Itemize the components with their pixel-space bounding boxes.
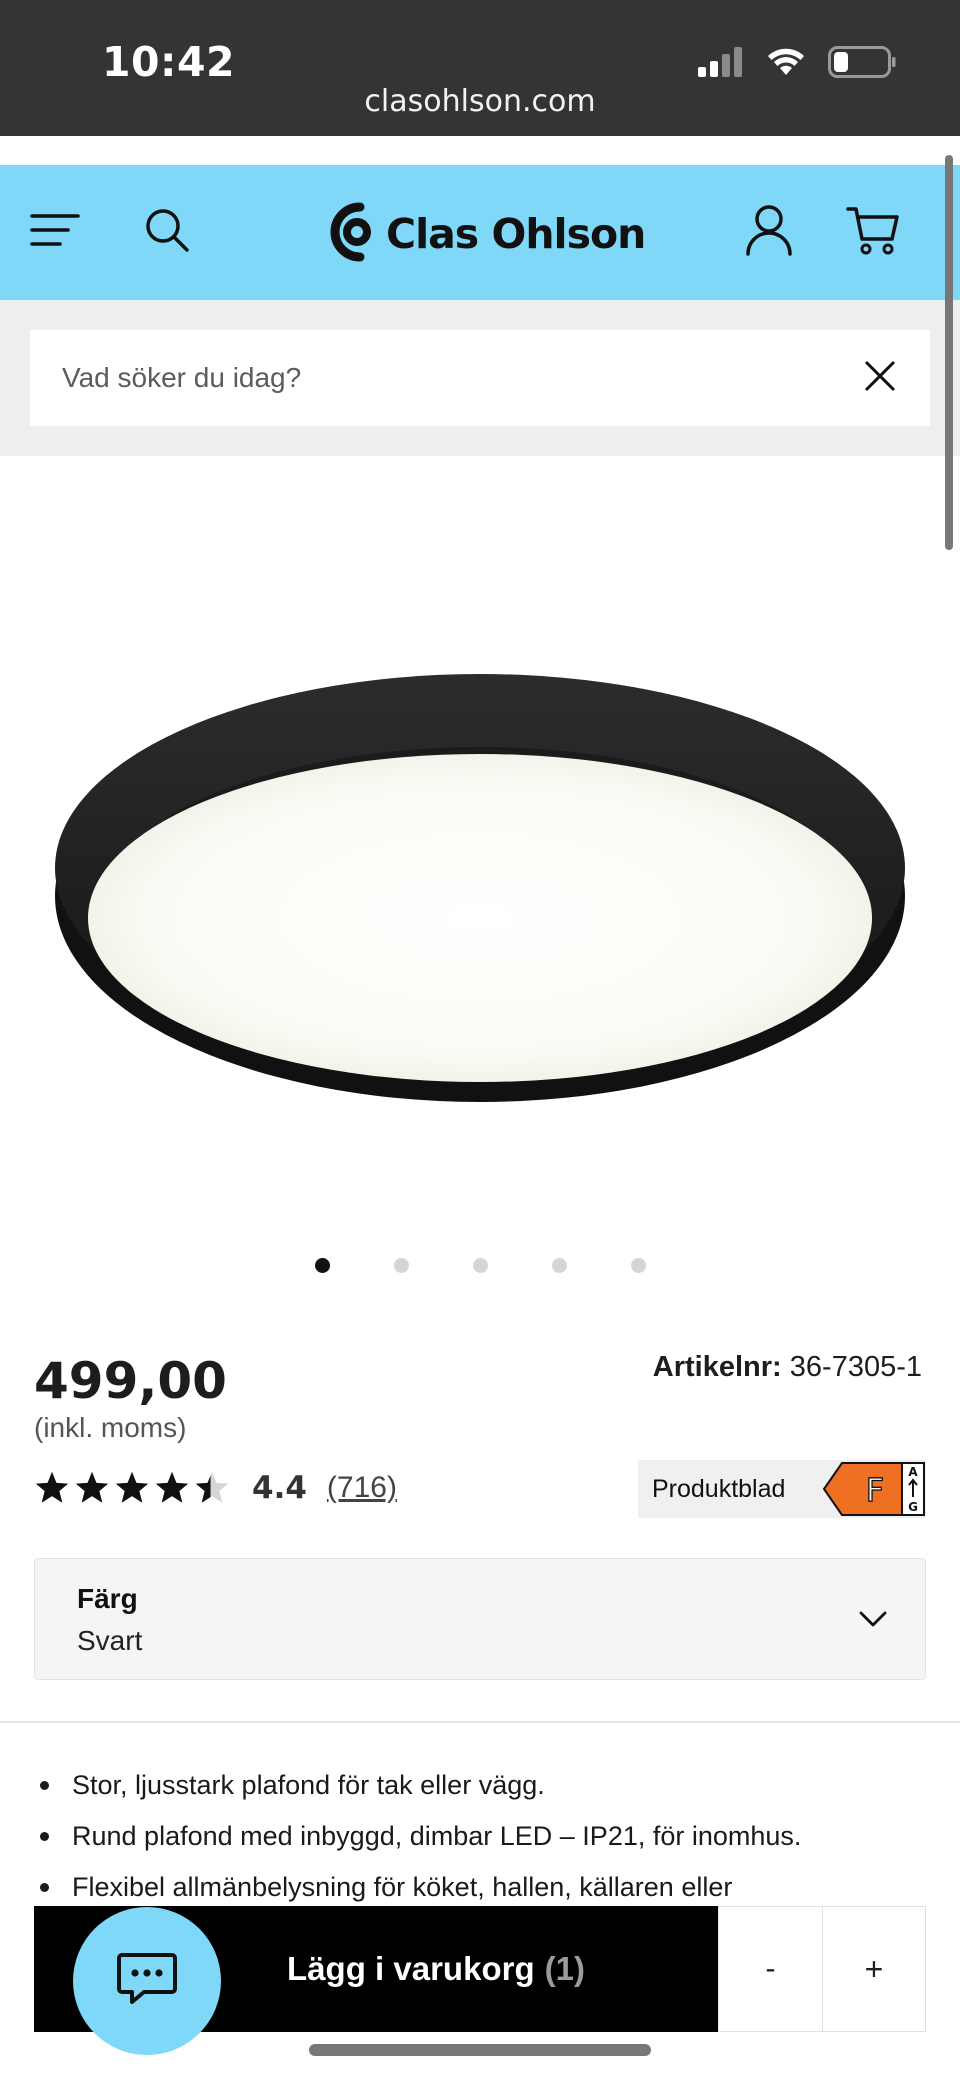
star-icon bbox=[155, 1471, 189, 1503]
product-sheet-button[interactable]: Produktblad F A G bbox=[638, 1460, 926, 1518]
product-price: 499,00 bbox=[34, 1352, 227, 1410]
feature-item: Stor, ljusstark plafond för tak eller vä… bbox=[34, 1760, 934, 1811]
cart-button[interactable] bbox=[838, 197, 908, 267]
star-icon bbox=[35, 1471, 69, 1503]
energy-label[interactable]: F A G bbox=[822, 1462, 926, 1516]
home-indicator[interactable] bbox=[309, 2044, 651, 2056]
product-features: Stor, ljusstark plafond för tak eller vä… bbox=[34, 1760, 934, 1913]
article-number: Artikelnr: 36-7305-1 bbox=[653, 1351, 922, 1384]
site-header: Clas Ohlson bbox=[0, 165, 960, 300]
search-area bbox=[0, 300, 960, 456]
energy-class-icon: F A G bbox=[822, 1462, 925, 1516]
menu-button[interactable] bbox=[20, 197, 90, 267]
gallery-dot[interactable] bbox=[472, 1258, 488, 1273]
chat-icon bbox=[116, 1951, 178, 2012]
product-rating[interactable]: 4.4 (716) bbox=[34, 1470, 397, 1506]
status-bar: 10:42 clasohlson.com bbox=[0, 0, 960, 136]
search-icon bbox=[144, 207, 190, 258]
search-box bbox=[30, 330, 930, 426]
brand-name: Clas Ohlson bbox=[386, 210, 646, 258]
star-icon bbox=[75, 1471, 109, 1503]
close-icon bbox=[863, 359, 897, 398]
rating-stars bbox=[34, 1471, 230, 1505]
energy-scale-bottom: G bbox=[908, 1500, 918, 1514]
review-count-link[interactable]: (716) bbox=[327, 1471, 397, 1505]
article-number-label: Artikelnr: bbox=[652, 1351, 782, 1383]
product-image[interactable] bbox=[0, 456, 960, 1236]
rating-value: 4.4 bbox=[252, 1470, 307, 1506]
search-button[interactable] bbox=[132, 197, 202, 267]
product-sheet-label: Produktblad bbox=[652, 1474, 786, 1503]
article-number-value: 36-7305-1 bbox=[789, 1351, 922, 1383]
brand-logo[interactable]: Clas Ohlson bbox=[330, 201, 646, 268]
color-selector-value: Svart bbox=[77, 1625, 143, 1656]
search-input[interactable] bbox=[62, 330, 822, 426]
gallery-dot[interactable] bbox=[393, 1258, 409, 1273]
battery-icon bbox=[828, 46, 896, 83]
half-star-icon bbox=[195, 1471, 229, 1503]
menu-icon bbox=[30, 212, 80, 253]
url-bar[interactable]: clasohlson.com bbox=[0, 84, 960, 119]
increase-quantity-button[interactable]: + bbox=[822, 1906, 926, 2032]
feature-item: Rund plafond med inbyggd, dimbar LED – I… bbox=[34, 1811, 934, 1862]
status-time: 10:42 bbox=[102, 38, 236, 86]
add-to-cart-label: Lägg i varukorg bbox=[287, 1950, 535, 1987]
energy-class-letter: F bbox=[866, 1471, 884, 1509]
logo-mark-icon bbox=[330, 201, 376, 268]
color-selector-label: Färg bbox=[77, 1583, 138, 1614]
account-button[interactable] bbox=[734, 197, 804, 267]
decrease-quantity-button[interactable]: - bbox=[718, 1906, 822, 2032]
page: 10:42 clasohlson.com Clas Ohlson Vad sök… bbox=[0, 0, 960, 2078]
account-icon bbox=[745, 204, 793, 261]
energy-scale-top: A bbox=[908, 1465, 918, 1479]
gallery-dot[interactable] bbox=[314, 1258, 330, 1273]
gallery-dot[interactable] bbox=[630, 1258, 646, 1273]
chat-button[interactable] bbox=[73, 1907, 221, 2055]
status-icons bbox=[698, 46, 896, 83]
wifi-icon bbox=[766, 47, 806, 82]
chevron-down-icon bbox=[855, 1601, 891, 1637]
gallery-pagination bbox=[0, 1258, 960, 1278]
price-vat-note: (inkl. moms) bbox=[34, 1412, 187, 1443]
signal-icon bbox=[698, 47, 744, 82]
clear-search-button[interactable] bbox=[856, 354, 904, 402]
color-selector[interactable]: Färg Svart bbox=[34, 1558, 926, 1680]
gallery-dot[interactable] bbox=[551, 1258, 567, 1273]
section-divider bbox=[0, 1721, 960, 1723]
cart-quantity: (1) bbox=[544, 1950, 585, 1987]
star-icon bbox=[115, 1471, 149, 1503]
cart-icon bbox=[846, 205, 900, 260]
